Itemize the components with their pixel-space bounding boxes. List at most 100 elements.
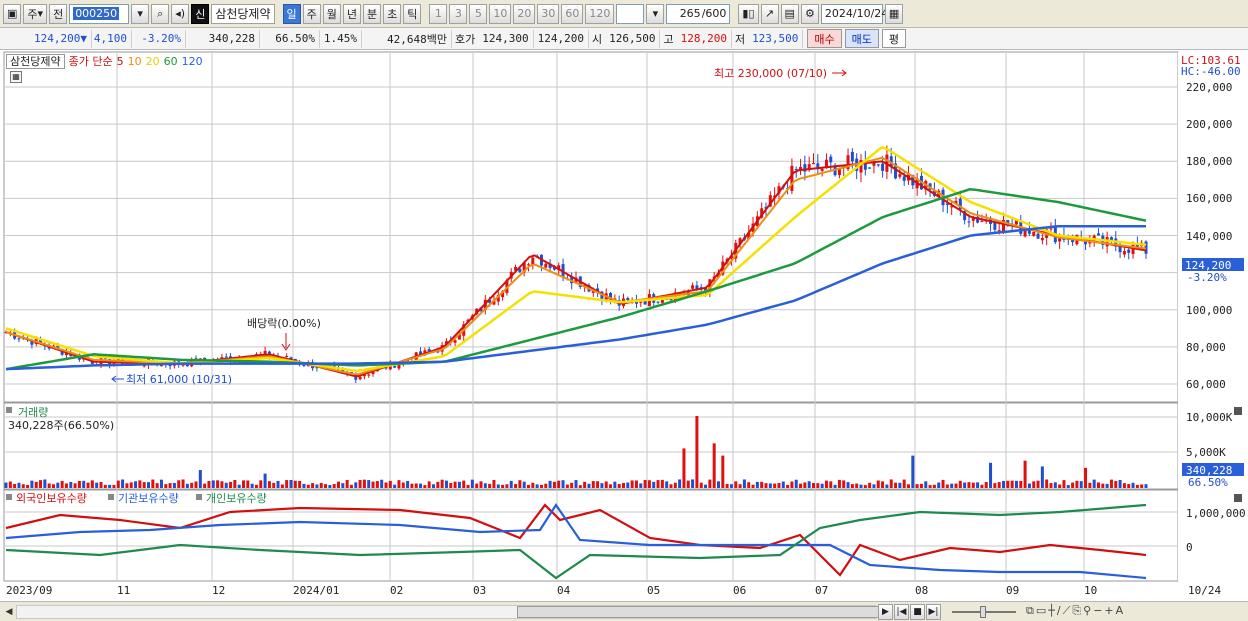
- layout-icon[interactable]: ⧉: [1026, 604, 1034, 618]
- volume-bar: [298, 480, 302, 488]
- market-type-label: 주: [27, 7, 38, 21]
- candle-body: [876, 164, 880, 166]
- x-tick-label: 02: [390, 584, 403, 597]
- unit-1[interactable]: 1: [429, 3, 448, 24]
- legend-stock-name[interactable]: 삼천당제약: [6, 53, 65, 69]
- copy-icon[interactable]: ⎘: [1072, 604, 1081, 618]
- market-type-select[interactable]: 주 ▾: [23, 3, 48, 24]
- count-max: /600: [701, 7, 727, 20]
- volume-bar: [69, 481, 73, 488]
- zoom-knob[interactable]: [980, 606, 986, 618]
- draw-icon[interactable]: ⟋: [1063, 604, 1071, 618]
- volume-bar: [596, 481, 600, 488]
- scroll-start-icon[interactable]: |◀: [894, 604, 909, 620]
- buy-button[interactable]: 매수: [807, 29, 842, 48]
- unit-5[interactable]: 5: [469, 3, 488, 24]
- calendar-icon[interactable]: ▦: [884, 3, 904, 24]
- code-dropdown-icon[interactable]: ▾: [131, 3, 150, 24]
- unit-10[interactable]: 10: [489, 3, 512, 24]
- y-tick-140000: 140,000: [1186, 230, 1232, 243]
- volume-bar: [837, 479, 841, 488]
- settings-gear-icon[interactable]: ⚙: [800, 3, 819, 24]
- volume-bar: [794, 479, 798, 488]
- holding-panel-close-icon[interactable]: [1234, 494, 1242, 502]
- zoom-icon[interactable]: ⚲: [1083, 604, 1091, 618]
- zoom-in-icon[interactable]: +: [1104, 604, 1113, 618]
- scroll-right-icon[interactable]: ▶: [878, 604, 893, 620]
- avg-button[interactable]: 평: [881, 29, 907, 48]
- chart-svg[interactable]: 220,000 200,000 180,000 160,000 140,000 …: [0, 51, 1248, 603]
- quote-open: 126,500: [605, 29, 661, 48]
- volume-bar: [622, 482, 625, 488]
- prev-button[interactable]: 전: [49, 3, 68, 24]
- font-icon[interactable]: A: [1116, 604, 1124, 618]
- period-day[interactable]: 일: [282, 3, 301, 24]
- count-input[interactable]: 265/600: [666, 3, 731, 24]
- search-icon[interactable]: ⌕: [151, 3, 170, 24]
- volume-bar: [945, 484, 949, 488]
- scroll-end-icon[interactable]: ▶|: [926, 604, 941, 620]
- volume-panel-close-icon[interactable]: [1234, 407, 1242, 415]
- badge-new: 신: [191, 3, 210, 24]
- date-input[interactable]: 2024/10/24: [820, 3, 888, 24]
- candle-body: [224, 356, 228, 358]
- unit-custom-input[interactable]: [616, 3, 645, 24]
- vol-y-tick-5000k: 5,000K: [1186, 446, 1226, 459]
- volume-bar: [319, 482, 323, 488]
- draw-tool-icon[interactable]: ↗: [760, 3, 779, 24]
- price-panel: [3, 51, 1179, 403]
- sell-button[interactable]: 매도: [844, 29, 879, 48]
- stock-code-input[interactable]: 000250: [69, 3, 130, 24]
- save-icon[interactable]: ▤: [780, 3, 799, 24]
- volume-bar: [600, 483, 604, 488]
- legend-ma-10: 10: [127, 54, 142, 68]
- period-second[interactable]: 초: [383, 3, 402, 24]
- quote-bar: 124,200 ▼ 4,100 -3.20% 340,228 66.50% 1.4…: [0, 28, 1248, 50]
- candle-body: [1122, 251, 1126, 255]
- candle-type-icon[interactable]: ▮▯: [738, 3, 759, 24]
- period-week[interactable]: 주: [302, 3, 321, 24]
- trend-icon[interactable]: ∕: [1057, 604, 1061, 618]
- candle-body: [302, 364, 306, 366]
- volume-bar: [1114, 481, 1118, 488]
- volume-bar: [868, 482, 872, 488]
- table-icon[interactable]: ▦: [10, 71, 22, 83]
- holding-series-icon-3: [196, 494, 202, 500]
- volume-bar: [708, 479, 712, 488]
- scroll-track[interactable]: [16, 605, 893, 619]
- legend-ma-20: 20: [145, 54, 160, 68]
- volume-bar: [419, 483, 423, 488]
- period-tick[interactable]: 틱: [403, 3, 422, 24]
- volume-bar: [1071, 482, 1075, 488]
- crosshair-icon[interactable]: ┼: [1048, 604, 1055, 618]
- unit-120[interactable]: 120: [585, 3, 615, 24]
- unit-30[interactable]: 30: [537, 3, 560, 24]
- volume-bar: [604, 481, 608, 488]
- volume-bar: [1131, 482, 1135, 488]
- unit-3[interactable]: 3: [449, 3, 468, 24]
- speaker-icon[interactable]: ◂): [171, 3, 190, 24]
- scroll-left-icon[interactable]: ◀: [2, 605, 16, 619]
- panel-icon[interactable]: ▭: [1036, 604, 1046, 618]
- volume-title: 거래량: [18, 406, 48, 419]
- period-year[interactable]: 년: [342, 3, 362, 24]
- unit-60[interactable]: 60: [561, 3, 584, 24]
- volume-bar: [932, 484, 936, 488]
- chart-area[interactable]: 220,000 200,000 180,000 160,000 140,000 …: [0, 51, 1248, 603]
- period-month[interactable]: 월: [322, 3, 341, 24]
- volume-bar: [8, 481, 12, 488]
- volume-bar: [138, 480, 142, 488]
- candle-body: [997, 230, 1001, 232]
- candle-body: [285, 355, 289, 358]
- scroll-stop-icon[interactable]: ■: [910, 604, 925, 620]
- volume-bar: [583, 481, 587, 488]
- period-minute[interactable]: 분: [363, 3, 382, 24]
- volume-bar: [1122, 483, 1126, 488]
- unit-dropdown-icon[interactable]: ▾: [646, 3, 665, 24]
- volume-bar: [423, 485, 427, 488]
- unit-20[interactable]: 20: [513, 3, 536, 24]
- volume-bar: [919, 483, 923, 488]
- window-icon[interactable]: ▣: [3, 3, 22, 24]
- scroll-thumb[interactable]: [517, 606, 893, 618]
- zoom-out-icon[interactable]: −: [1093, 604, 1102, 618]
